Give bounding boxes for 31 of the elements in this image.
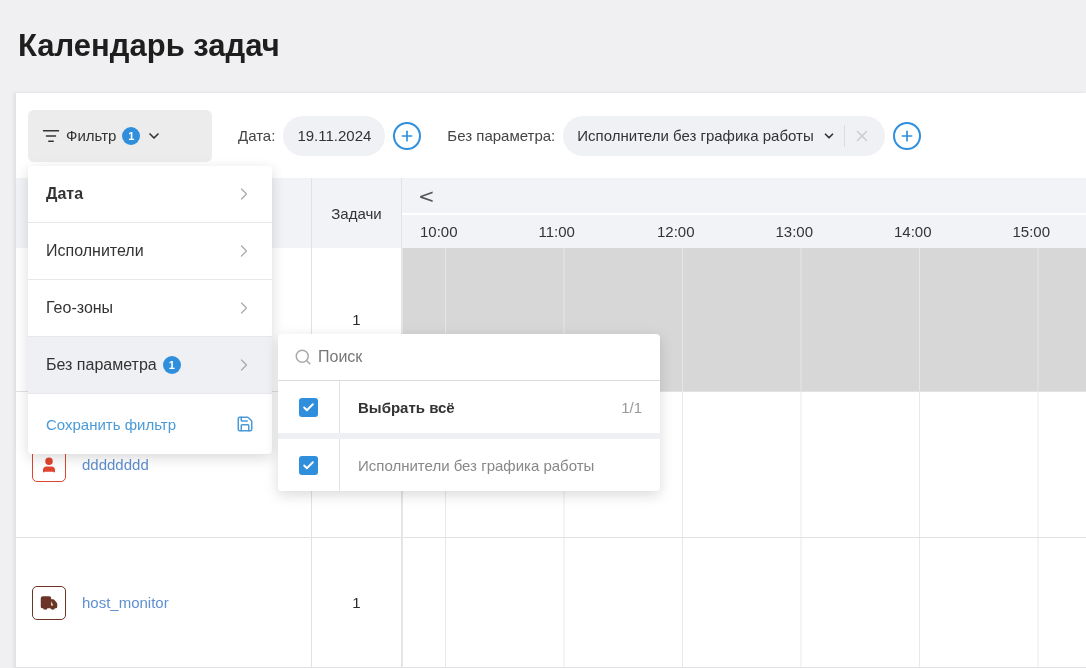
check-icon	[302, 458, 315, 472]
prev-button[interactable]: <	[418, 183, 435, 208]
option-label: Выбрать всё	[357, 397, 456, 418]
selection-count: 1/1	[621, 397, 643, 418]
filter-button[interactable]: Фильтр 1	[28, 109, 212, 162]
menu-item[interactable]: Исполнители	[28, 223, 272, 280]
checkbox[interactable]	[299, 397, 318, 417]
add-button[interactable]	[393, 121, 422, 150]
hour-label: 11:00	[538, 223, 576, 240]
hour-label: 12:00	[657, 223, 696, 240]
param-select[interactable]: Исполнители без графика работы	[563, 115, 885, 156]
menu-item[interactable]: Без параметра 1	[28, 337, 272, 394]
count-badge: 1	[162, 356, 181, 374]
param-label: Без параметра:	[447, 127, 556, 144]
menu-item[interactable]: Дата	[28, 166, 272, 223]
option-label: Исполнители без графика работы	[357, 455, 596, 476]
save-icon[interactable]	[236, 415, 254, 433]
date-field[interactable]: 19.11.2024	[283, 115, 386, 156]
menu-item[interactable]: Гео-зоны	[28, 280, 272, 337]
hour-label: 15:00	[1012, 223, 1052, 240]
hour-label: 14:00	[894, 223, 933, 240]
hour-label: 13:00	[775, 223, 815, 240]
search-icon	[294, 348, 312, 366]
count-badge: 1	[122, 126, 141, 145]
date-label: Дата:	[238, 127, 276, 144]
add-button[interactable]	[892, 121, 921, 150]
tasks-header: Задачи	[312, 178, 402, 248]
check-icon	[302, 400, 315, 414]
hour-label: 10:00	[420, 223, 459, 240]
page-title: Календарь задач	[17, 27, 281, 65]
checkbox[interactable]	[299, 455, 318, 475]
